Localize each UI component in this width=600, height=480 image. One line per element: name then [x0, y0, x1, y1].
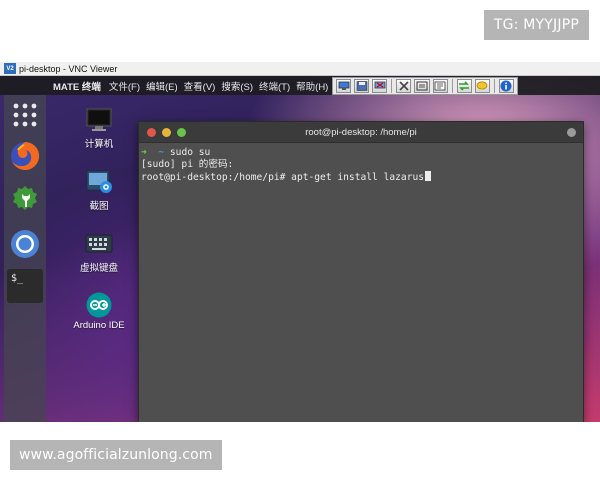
menu-search[interactable]: 搜索(S) [221, 79, 253, 93]
terminal-window[interactable]: root@pi-desktop: /home/pi ➜ ~ sudo su [s… [138, 121, 584, 422]
options-tools-icon[interactable] [396, 79, 412, 93]
chromium-icon[interactable] [8, 227, 42, 261]
menu-terminal[interactable]: 终端(T) [259, 79, 290, 93]
desktop-icon-arduino[interactable]: Arduino IDE [66, 292, 132, 331]
terminal-title: root@pi-desktop: /home/pi [305, 127, 417, 138]
menu-file[interactable]: 文件(F) [109, 79, 140, 93]
app-menu-mate-terminal[interactable]: MATE 终端 [53, 79, 101, 93]
terminal-line: root@pi-desktop:/home/pi# apt-get instal… [141, 171, 583, 184]
prompt-arrow-icon: ➜ [141, 147, 147, 158]
command-text: sudo su [169, 147, 211, 158]
terminal-output[interactable]: ➜ ~ sudo su [sudo] pi 的密码: root@pi-deskt… [139, 143, 583, 184]
watermark-bottom: www.agofficialzunlong.com [10, 440, 222, 470]
dock: $_ [4, 95, 46, 422]
send-ctrl-alt-del-icon[interactable] [372, 79, 388, 93]
menu-view[interactable]: 查看(V) [184, 79, 216, 93]
text-cursor [425, 171, 432, 181]
menu-edit[interactable]: 编辑(E) [146, 79, 178, 93]
fullscreen-icon[interactable] [414, 79, 430, 93]
vnc-title: pi-desktop - VNC Viewer [19, 63, 118, 74]
vnc-logo-icon: V2 [4, 63, 16, 74]
desktop-icon-computer[interactable]: 计算机 [66, 108, 132, 150]
remote-desktop: MATE 终端 文件(F) 编辑(E) 查看(V) 搜索(S) 终端(T) 帮助… [0, 76, 600, 422]
save-icon[interactable] [354, 79, 370, 93]
desktop-icon-label: Arduino IDE [73, 320, 125, 331]
top-panel: MATE 终端 文件(F) 编辑(E) 查看(V) 搜索(S) 终端(T) 帮助… [0, 76, 600, 95]
computer-icon [85, 108, 113, 132]
firefox-icon[interactable] [8, 139, 42, 173]
vnc-viewer-window: V2 pi-desktop - VNC Viewer MATE 终端 文件(F)… [0, 62, 600, 422]
terminal-line: [sudo] pi 的密码: [141, 159, 234, 170]
terminal-icon[interactable]: $_ [7, 269, 43, 303]
arduino-icon [85, 292, 113, 318]
terminal-menu-icon[interactable] [567, 128, 576, 137]
menu-help[interactable]: 帮助(H) [296, 79, 328, 93]
command-text: root@pi-desktop:/home/pi# apt-get instal… [141, 172, 425, 183]
prompt-directory: ~ [158, 147, 165, 158]
connection-info-icon[interactable] [336, 79, 352, 93]
terminal-dock-label: $_ [11, 273, 24, 284]
toolbar-separator [451, 79, 453, 93]
keyboard-icon [85, 232, 113, 256]
minimize-window-icon[interactable] [162, 128, 171, 137]
screenshot-icon [85, 170, 113, 194]
terminal-titlebar[interactable]: root@pi-desktop: /home/pi [139, 122, 583, 143]
desktop-icon-virtual-keyboard[interactable]: 虚拟键盘 [66, 232, 132, 274]
desktop-icon-label: 计算机 [84, 139, 114, 150]
vnc-toolbar [332, 77, 518, 95]
desktop-icon-label: 截图 [89, 201, 109, 212]
file-transfer-icon[interactable] [456, 79, 472, 93]
maximize-window-icon[interactable] [177, 128, 186, 137]
toolbar-separator [493, 79, 495, 93]
about-info-icon[interactable] [498, 79, 514, 93]
desktop-icon-label: 虚拟键盘 [79, 263, 118, 274]
desktop-icon-screenshot[interactable]: 截图 [66, 170, 132, 212]
close-window-icon[interactable] [147, 128, 156, 137]
chat-icon[interactable] [474, 79, 490, 93]
scale-icon[interactable] [432, 79, 448, 93]
vnc-titlebar[interactable]: V2 pi-desktop - VNC Viewer [0, 62, 600, 76]
app-grid-icon[interactable] [8, 98, 42, 132]
watermark-top: TG: MYYJJPP [483, 10, 589, 40]
settings-wrench-icon[interactable] [8, 183, 42, 217]
toolbar-separator [391, 79, 393, 93]
terminal-line: ➜ ~ sudo su [141, 147, 583, 159]
